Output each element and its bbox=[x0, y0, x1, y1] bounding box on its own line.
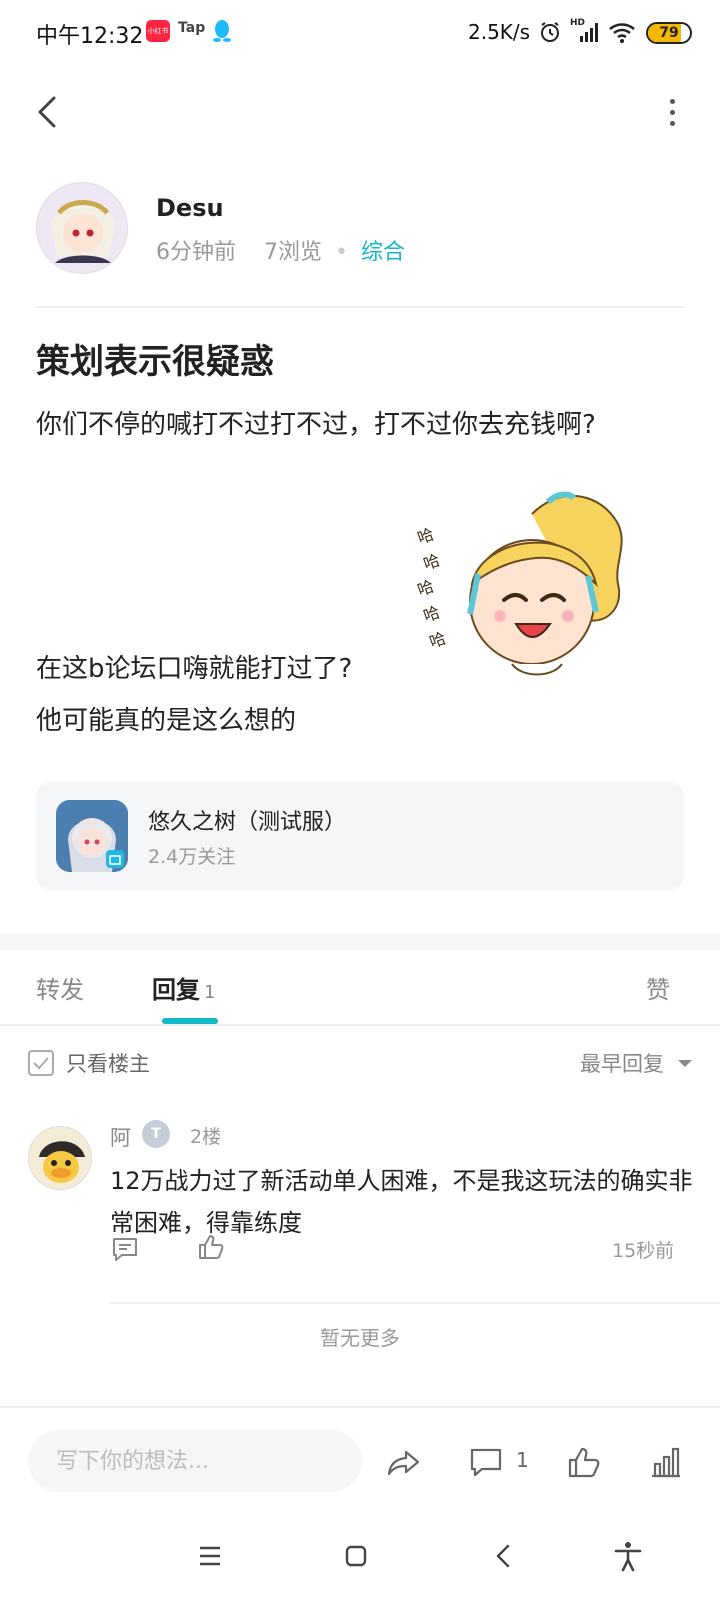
svg-text:哈: 哈 bbox=[427, 628, 449, 651]
thumbs-up-icon[interactable] bbox=[196, 1232, 226, 1262]
tab-like[interactable]: 赞 bbox=[646, 970, 670, 1005]
wifi-icon bbox=[609, 23, 635, 43]
alarm-icon bbox=[541, 22, 559, 42]
share-icon[interactable] bbox=[386, 1444, 422, 1480]
system-nav-bar bbox=[0, 1512, 720, 1600]
signal-icon: HD bbox=[570, 18, 600, 44]
comment-count: 1 bbox=[516, 1448, 529, 1472]
stats-icon[interactable] bbox=[648, 1444, 684, 1480]
only-op-checkbox[interactable] bbox=[28, 1050, 54, 1076]
battery-level: 79 bbox=[659, 25, 679, 41]
post-title: 策划表示很疑惑 bbox=[36, 342, 274, 382]
network-speed: 2.5K/s bbox=[468, 20, 531, 44]
sort-dropdown[interactable]: 最早回复 bbox=[580, 1048, 664, 1078]
tab-reply[interactable]: 回复 1 bbox=[152, 970, 215, 1005]
post-body-line: 在这b论坛口嗨就能打过了? bbox=[36, 654, 353, 684]
back-nav-icon[interactable] bbox=[486, 1538, 522, 1574]
game-name: 悠久之树（测试服） bbox=[148, 810, 347, 835]
reply-username[interactable]: 阿 bbox=[110, 1122, 131, 1152]
view-count: 7浏览 bbox=[264, 240, 322, 265]
accessibility-icon[interactable] bbox=[610, 1538, 646, 1574]
svg-text:哈: 哈 bbox=[415, 576, 437, 599]
no-more-text: 暂无更多 bbox=[320, 1326, 400, 1350]
svg-text:哈: 哈 bbox=[421, 602, 443, 625]
comment-icon[interactable] bbox=[110, 1234, 140, 1264]
comment-icon[interactable] bbox=[468, 1444, 504, 1480]
reply-divider bbox=[110, 1302, 720, 1304]
back-icon[interactable] bbox=[28, 92, 68, 132]
bottom-action-bar: 1 bbox=[0, 1406, 720, 1512]
user-level-badge: T bbox=[142, 1120, 170, 1148]
header-divider bbox=[36, 306, 684, 308]
author-avatar[interactable] bbox=[36, 182, 128, 274]
battery-indicator: 79 bbox=[646, 22, 692, 44]
reply-floor: 2楼 bbox=[190, 1126, 222, 1148]
status-time: 中午12:32 bbox=[36, 24, 144, 49]
tab-reply-count: 1 bbox=[204, 982, 216, 1003]
post-time: 6分钟前 bbox=[156, 240, 236, 265]
post-body-line: 他可能真的是这么想的 bbox=[36, 706, 297, 736]
reply-item: 阿 T 2楼 12万战力过了新活动单人困难，不是我这玩法的确实非常困难，得靠练度… bbox=[0, 1110, 720, 1310]
author-header: Desu 6分钟前 7浏览 • 综合 bbox=[36, 182, 684, 274]
tab-active-indicator bbox=[162, 1018, 218, 1024]
svg-text:哈: 哈 bbox=[415, 524, 437, 547]
status-bar: 中午12:32 小红书 Tap 2.5K/s HD 79 bbox=[0, 0, 720, 64]
xiaohongshu-app-icon: 小红书 bbox=[146, 20, 170, 42]
reply-time: 15秒前 bbox=[612, 1240, 675, 1262]
tap-app-icon: Tap bbox=[178, 20, 206, 36]
reply-avatar[interactable] bbox=[28, 1126, 92, 1190]
reply-tabs: 转发 回复 1 赞 bbox=[0, 950, 720, 1026]
chevron-down-icon[interactable] bbox=[678, 1060, 692, 1067]
section-divider bbox=[0, 934, 720, 950]
post-body-line: 你们不停的喊打不过打不过，打不过你去充钱啊? bbox=[36, 410, 596, 440]
anime-laughing-sticker: 哈 哈 哈 哈 哈 bbox=[415, 491, 623, 676]
tab-repost[interactable]: 转发 bbox=[36, 970, 84, 1005]
only-op-label[interactable]: 只看楼主 bbox=[66, 1048, 150, 1078]
more-options-icon[interactable] bbox=[652, 92, 692, 132]
thumbs-up-icon[interactable] bbox=[566, 1444, 602, 1480]
comment-input[interactable] bbox=[28, 1430, 362, 1492]
game-followers: 2.4万关注 bbox=[148, 846, 236, 868]
meta-separator: • bbox=[335, 240, 348, 265]
qq-icon bbox=[213, 20, 231, 42]
post-meta: 6分钟前 7浏览 • 综合 bbox=[156, 234, 405, 266]
game-icon bbox=[56, 800, 128, 872]
author-name[interactable]: Desu bbox=[156, 194, 224, 222]
tab-reply-label: 回复 bbox=[152, 976, 200, 1004]
game-card[interactable]: 悠久之树（测试服） 2.4万关注 bbox=[36, 782, 684, 890]
svg-text:哈: 哈 bbox=[421, 550, 443, 573]
menu-icon[interactable] bbox=[192, 1538, 228, 1574]
home-icon[interactable] bbox=[338, 1538, 374, 1574]
filter-row: 只看楼主 最早回复 bbox=[0, 1040, 720, 1096]
status-icons: HD bbox=[538, 18, 636, 46]
post-category[interactable]: 综合 bbox=[361, 240, 405, 265]
